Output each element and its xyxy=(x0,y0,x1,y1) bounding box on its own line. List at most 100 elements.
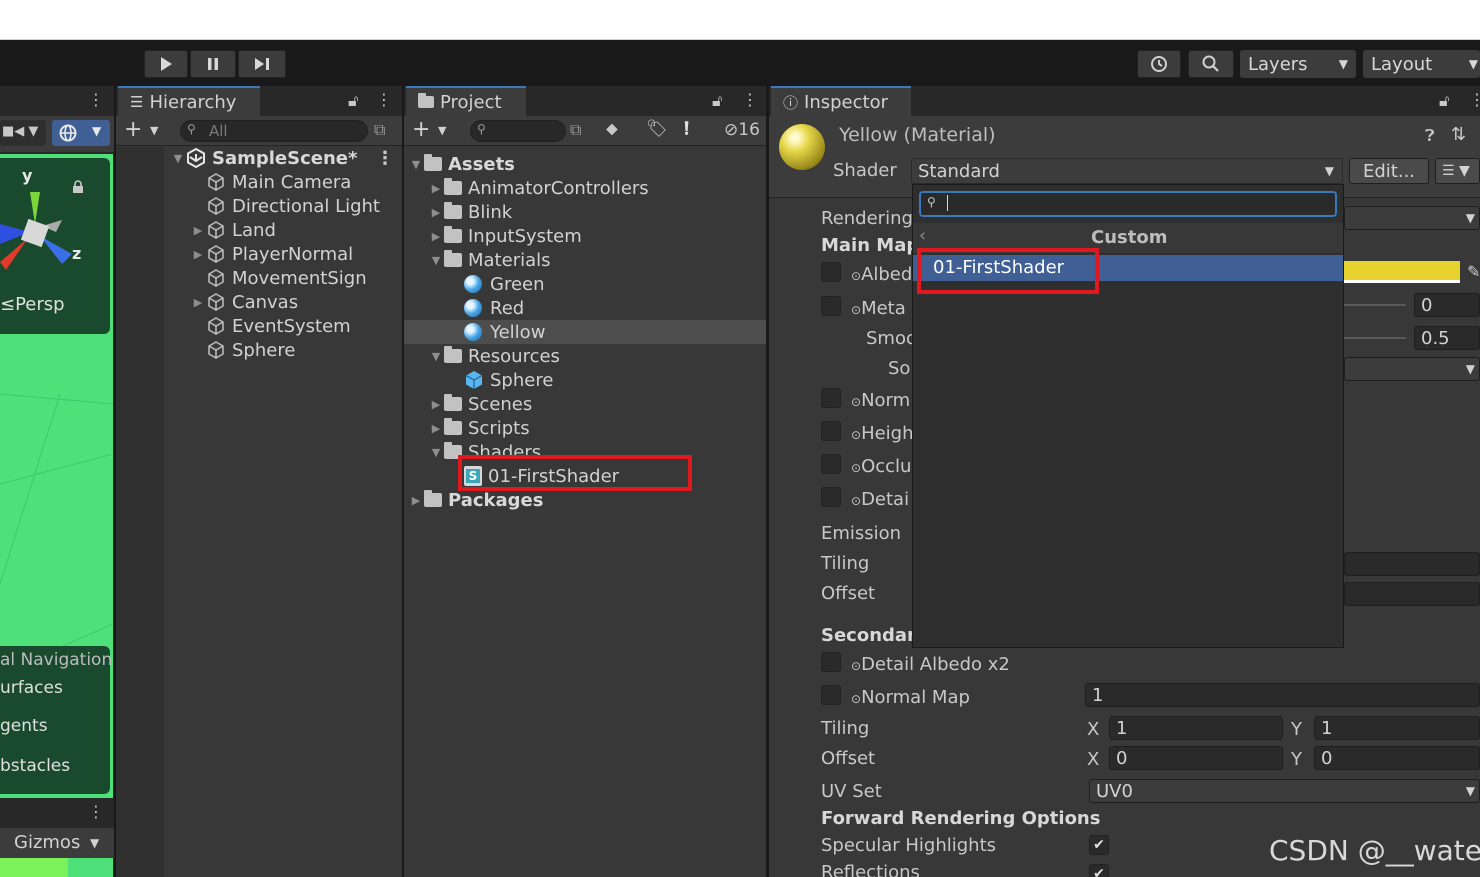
scene-viewport[interactable]: y z ≤Persp al Navigation urfaces gents b… xyxy=(0,154,113,877)
settings-sliders-icon[interactable]: ⇅ xyxy=(1451,124,1466,145)
expand-triangle-icon[interactable]: ▶ xyxy=(428,230,444,243)
hierarchy-item[interactable]: ▶ Land xyxy=(170,218,402,242)
folder-row[interactable]: ▼ Materials xyxy=(408,248,766,272)
search-options-icon[interactable]: ⧉ xyxy=(570,120,581,140)
pause-button[interactable] xyxy=(190,50,236,78)
asset-row[interactable]: Yellow xyxy=(408,320,766,344)
packages-row[interactable]: ▶ Packages xyxy=(408,488,766,512)
tiling-field[interactable] xyxy=(1344,552,1480,576)
offset-y-field[interactable]: 0 xyxy=(1314,746,1480,770)
metallic-texture-slot[interactable] xyxy=(821,296,841,316)
expand-triangle-icon[interactable]: ▼ xyxy=(170,152,186,165)
more-options-icon[interactable]: ⋮ xyxy=(88,90,104,109)
expand-triangle-icon[interactable]: ▶ xyxy=(408,494,424,507)
metallic-value-field[interactable]: 0 xyxy=(1414,293,1480,317)
offset-x-field[interactable]: 0 xyxy=(1109,746,1283,770)
shader-search-input[interactable]: ⚲ xyxy=(919,191,1337,217)
asset-row[interactable]: Red xyxy=(408,296,766,320)
rendering-mode-dropdown[interactable]: ▼ xyxy=(1344,206,1480,230)
source-dropdown[interactable]: ▼ xyxy=(1344,357,1480,381)
label-tag-icon[interactable]: 🏷︎ xyxy=(646,119,668,139)
asset-row[interactable]: Green xyxy=(408,272,766,296)
expand-triangle-icon[interactable]: ▼ xyxy=(428,350,444,363)
folder-row[interactable]: ▶ Scripts xyxy=(408,416,766,440)
tiling-y-field[interactable]: 1 xyxy=(1314,716,1480,740)
tiling-x-field[interactable]: 1 xyxy=(1109,716,1283,740)
folder-row[interactable]: ▶ Blink xyxy=(408,200,766,224)
hierarchy-item[interactable]: Sphere xyxy=(170,338,402,362)
shader-options-button[interactable]: ☰ ▼ xyxy=(1435,158,1480,184)
gizmos-button[interactable]: Gizmos xyxy=(14,832,80,853)
hierarchy-item[interactable]: ▶ Canvas xyxy=(170,290,402,314)
folder-row[interactable]: ▶ Scenes xyxy=(408,392,766,416)
play-button[interactable] xyxy=(144,50,188,78)
eyedropper-icon[interactable]: ✎ xyxy=(1467,262,1480,281)
tab-project[interactable]: Project xyxy=(406,86,526,116)
nav-item[interactable]: bstacles xyxy=(0,756,70,776)
albedo-texture-slot[interactable] xyxy=(821,262,841,282)
gizmo-toggle[interactable]: ▼ xyxy=(52,120,110,146)
folder-row[interactable]: ▶ AnimatorControllers xyxy=(408,176,766,200)
chevron-down-icon[interactable]: ▼ xyxy=(90,836,99,850)
assets-row[interactable]: ▼ Assets xyxy=(408,152,766,176)
normal-texture-slot[interactable] xyxy=(821,388,841,408)
detail-normal-texture-slot[interactable] xyxy=(821,685,841,705)
reflections-checkbox[interactable]: ✔ xyxy=(1089,864,1109,877)
back-chevron-icon[interactable]: ‹ xyxy=(919,225,926,246)
expand-triangle-icon[interactable]: ▶ xyxy=(428,422,444,435)
expand-triangle-icon[interactable]: ▶ xyxy=(190,224,206,237)
edit-shader-button[interactable]: Edit... xyxy=(1349,158,1429,184)
nav-item[interactable]: urfaces xyxy=(0,678,63,698)
lock-icon[interactable]: 🔓︎ xyxy=(1439,91,1449,111)
lock-icon[interactable]: 🔓︎ xyxy=(712,91,722,111)
project-search-input[interactable]: ⚲ xyxy=(470,120,566,142)
tab-hierarchy[interactable]: ☰ Hierarchy xyxy=(118,86,260,116)
metallic-slider[interactable] xyxy=(1344,304,1406,306)
expand-triangle-icon[interactable]: ▶ xyxy=(190,248,206,261)
hierarchy-item[interactable]: ▶ PlayerNormal xyxy=(170,242,402,266)
layout-dropdown[interactable]: Layout ▼ xyxy=(1363,50,1480,78)
add-icon[interactable]: + xyxy=(124,117,142,142)
more-options-icon[interactable]: ⋮ xyxy=(376,148,394,169)
orientation-gizmo[interactable]: y z ≤Persp xyxy=(0,158,110,334)
specular-highlights-checkbox[interactable]: ✔ xyxy=(1089,835,1109,855)
more-options-icon[interactable]: ⋮ xyxy=(1469,90,1480,109)
detail-albedo-texture-slot[interactable] xyxy=(821,652,841,672)
expand-triangle-icon[interactable]: ▼ xyxy=(408,158,424,171)
persp-label[interactable]: ≤Persp xyxy=(0,294,65,315)
hierarchy-search-input[interactable]: ⚲ All xyxy=(180,120,368,142)
smoothness-slider[interactable] xyxy=(1344,337,1406,339)
scene-root-row[interactable]: ▼ SampleScene* ⋮ xyxy=(170,146,402,170)
hierarchy-item[interactable]: Directional Light xyxy=(170,194,402,218)
lock-icon[interactable]: 🔓︎ xyxy=(348,91,358,111)
folder-row[interactable]: ▶ InputSystem xyxy=(408,224,766,248)
albedo-color-swatch[interactable] xyxy=(1344,261,1460,283)
folder-row[interactable]: ▼ Resources xyxy=(408,344,766,368)
hierarchy-item[interactable]: Main Camera xyxy=(170,170,402,194)
search-button[interactable] xyxy=(1188,50,1234,78)
smoothness-value-field[interactable]: 0.5 xyxy=(1414,326,1480,350)
hierarchy-item[interactable]: MovementSign xyxy=(170,266,402,290)
height-texture-slot[interactable] xyxy=(821,421,841,441)
help-icon[interactable]: ❓︎ xyxy=(1425,126,1435,146)
hidden-packages-toggle[interactable]: ⊘16 xyxy=(724,120,760,140)
tab-inspector[interactable]: ⓘ Inspector xyxy=(771,86,911,116)
hierarchy-item[interactable]: EventSystem xyxy=(170,314,402,338)
expand-triangle-icon[interactable]: ▶ xyxy=(428,398,444,411)
asset-row[interactable]: Sphere xyxy=(408,368,766,392)
nav-item[interactable]: gents xyxy=(0,716,48,736)
filter-type-icon[interactable]: ⬥ xyxy=(606,119,618,139)
uvset-dropdown[interactable]: UV0 ▼ xyxy=(1089,779,1480,803)
search-options-icon[interactable]: ⧉ xyxy=(374,120,385,140)
detail-mask-texture-slot[interactable] xyxy=(821,487,841,507)
expand-triangle-icon[interactable]: ▼ xyxy=(428,254,444,267)
more-options-icon[interactable]: ⋮ xyxy=(88,802,104,821)
shader-dropdown[interactable]: Standard ▼ xyxy=(911,158,1343,184)
offset-field[interactable] xyxy=(1344,582,1480,606)
chevron-down-icon[interactable]: ▼ xyxy=(438,124,446,137)
normal-map-scale-field[interactable]: 1 xyxy=(1085,683,1480,707)
history-button[interactable] xyxy=(1137,50,1181,78)
expand-triangle-icon[interactable]: ▶ xyxy=(428,182,444,195)
more-options-icon[interactable]: ⋮ xyxy=(376,90,392,109)
warning-icon[interactable]: ❗︎ xyxy=(684,118,689,140)
